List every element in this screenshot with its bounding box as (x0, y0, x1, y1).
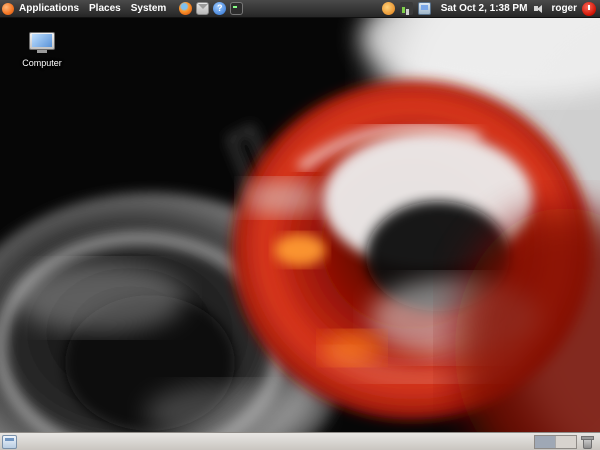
window-list[interactable] (17, 433, 534, 450)
help-icon[interactable]: ? (213, 2, 227, 15)
panel-launchers: ? (179, 2, 244, 15)
display-icon[interactable] (417, 2, 431, 15)
update-notifier-icon[interactable] (381, 2, 395, 15)
shutdown-icon[interactable] (582, 1, 596, 16)
computer-icon (27, 32, 57, 56)
mail-icon[interactable] (196, 2, 210, 15)
desktop-icon-computer[interactable]: Computer (14, 32, 70, 68)
workspace-switcher (534, 434, 577, 449)
menu-places-label: Places (89, 3, 121, 14)
ubuntu-logo-icon[interactable] (2, 2, 14, 15)
top-panel: Applications Places System ? Sat Oct 2, … (0, 0, 600, 18)
firefox-icon[interactable] (179, 2, 193, 15)
clock[interactable]: Sat Oct 2, 1:38 PM (435, 3, 534, 14)
menu-system-label: System (130, 3, 167, 14)
workspace-1[interactable] (535, 435, 555, 448)
desktop-icon-label: Computer (22, 58, 62, 68)
bottom-panel (0, 432, 600, 450)
menu-applications[interactable]: Applications (14, 0, 84, 17)
menu-places[interactable]: Places (84, 0, 126, 17)
network-icon[interactable] (399, 2, 413, 15)
trash-icon[interactable] (581, 435, 594, 449)
desktop-area[interactable]: Computer (0, 18, 600, 432)
show-desktop-icon[interactable] (2, 434, 17, 449)
wallpaper (0, 18, 600, 432)
workspace-2[interactable] (556, 435, 576, 448)
system-tray (378, 2, 435, 15)
terminal-icon[interactable] (230, 2, 244, 15)
desktop-screen: Applications Places System ? Sat Oct 2, … (0, 0, 600, 450)
volume-icon[interactable] (533, 2, 546, 15)
menu-applications-label: Applications (19, 3, 80, 14)
menu-system[interactable]: System (126, 0, 172, 17)
user-menu[interactable]: roger (546, 3, 582, 14)
